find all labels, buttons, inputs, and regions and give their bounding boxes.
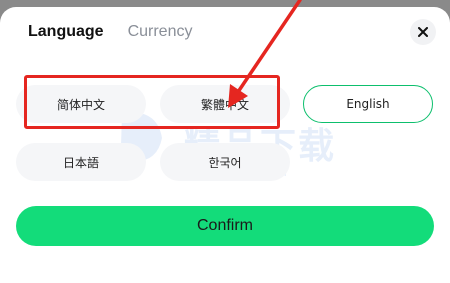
language-option-japanese[interactable]: 日本語 — [16, 143, 146, 181]
language-option-korean[interactable]: 한국어 — [160, 143, 290, 181]
language-option-traditional-chinese[interactable]: 繁體中文 — [160, 85, 290, 123]
close-icon — [418, 27, 428, 37]
tab-currency[interactable]: Currency — [128, 23, 193, 41]
language-option-english[interactable]: English — [303, 85, 433, 123]
confirm-button[interactable]: Confirm — [16, 206, 434, 246]
tab-language[interactable]: Language — [28, 23, 104, 41]
tab-bar: Language Currency — [28, 23, 192, 41]
language-option-simplified-chinese[interactable]: 简体中文 — [16, 85, 146, 123]
close-button[interactable] — [410, 19, 436, 45]
language-currency-dialog: Language Currency 精品下载 jpxz.com 简体中文 繁體中… — [0, 7, 450, 283]
